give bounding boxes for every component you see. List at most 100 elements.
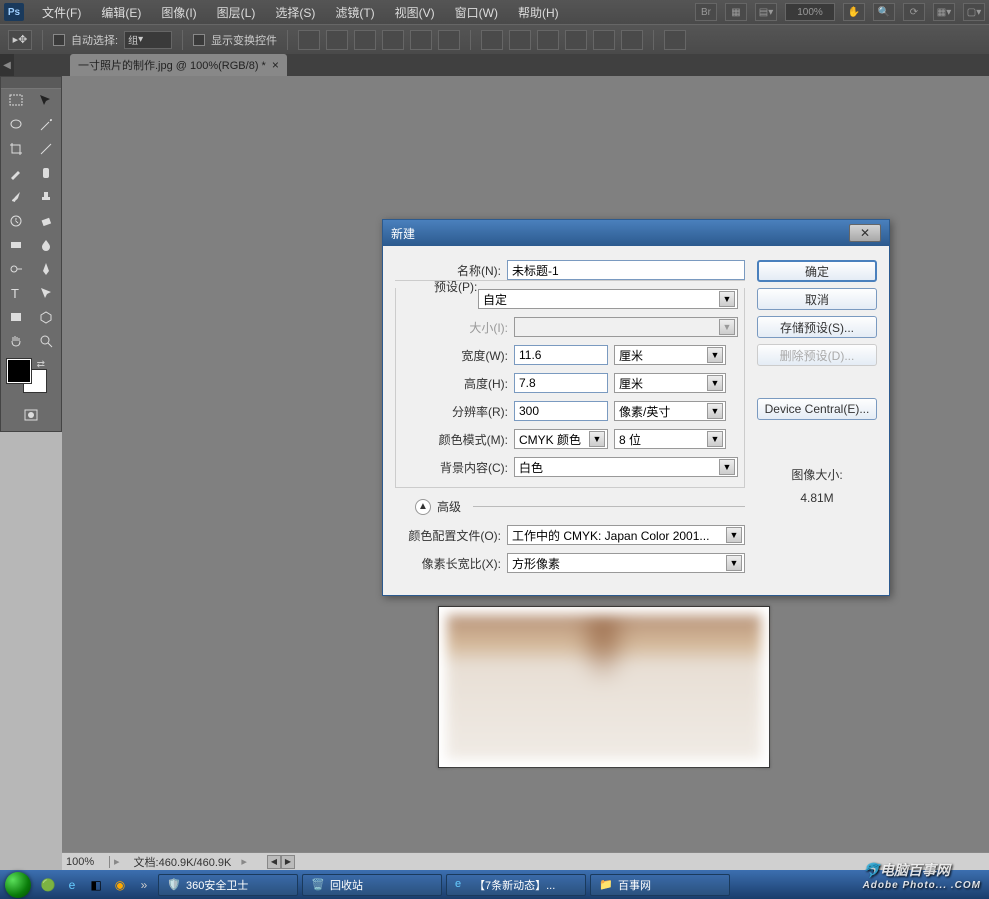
distribute-left-icon[interactable]: [565, 30, 587, 50]
align-left-icon[interactable]: [382, 30, 404, 50]
menu-layer[interactable]: 图层(L): [207, 4, 266, 21]
hand-tool-icon[interactable]: [1, 329, 31, 353]
quicklaunch-icon[interactable]: 🟢: [38, 875, 58, 895]
height-input[interactable]: [514, 373, 608, 393]
menu-view[interactable]: 视图(V): [385, 4, 445, 21]
save-preset-button[interactable]: 存储预设(S)...: [757, 316, 877, 338]
pixel-aspect-dropdown[interactable]: 方形像素▼: [507, 553, 745, 573]
desktop-icon[interactable]: ◧: [86, 875, 106, 895]
show-transform-checkbox[interactable]: [193, 34, 205, 46]
menu-select[interactable]: 选择(S): [265, 4, 325, 21]
distribute-hcenter-icon[interactable]: [593, 30, 615, 50]
zoom-level[interactable]: 100%: [785, 3, 835, 21]
taskbar-item[interactable]: 🛡️360安全卫士: [158, 874, 298, 896]
stamp-tool-icon[interactable]: [31, 185, 61, 209]
width-unit-dropdown[interactable]: 厘米▼: [614, 345, 726, 365]
status-dropdown-icon[interactable]: ▸: [241, 855, 247, 868]
heal-tool-icon[interactable]: [31, 161, 61, 185]
resolution-input[interactable]: [514, 401, 608, 421]
move-tool-icon[interactable]: ▸✥: [8, 30, 32, 50]
status-arrow-icon[interactable]: ▸: [110, 855, 124, 868]
ok-button[interactable]: 确定: [757, 260, 877, 282]
color-mode-dropdown[interactable]: CMYK 颜色▼: [514, 429, 608, 449]
hand-icon[interactable]: ✋: [843, 3, 865, 21]
move-tool-icon[interactable]: [31, 89, 61, 113]
distribute-right-icon[interactable]: [621, 30, 643, 50]
hscroll-left[interactable]: ◀: [267, 855, 281, 869]
start-button[interactable]: [0, 870, 36, 899]
color-swatches[interactable]: ⇄: [7, 359, 47, 393]
menu-edit[interactable]: 编辑(E): [91, 4, 151, 21]
shape-tool-icon[interactable]: [1, 305, 31, 329]
menu-filter[interactable]: 滤镜(T): [325, 4, 384, 21]
toolbox-grip[interactable]: [1, 77, 61, 89]
marquee-tool-icon[interactable]: [1, 89, 31, 113]
height-unit-dropdown[interactable]: 厘米▼: [614, 373, 726, 393]
tab-close-icon[interactable]: ×: [272, 58, 279, 72]
tab-prev-arrow[interactable]: ◀: [0, 54, 14, 76]
width-input[interactable]: [514, 345, 608, 365]
zoom-tool-icon[interactable]: [31, 329, 61, 353]
align-vcenter-icon[interactable]: [326, 30, 348, 50]
dialog-titlebar[interactable]: 新建 ✕: [383, 220, 889, 246]
bit-depth-dropdown[interactable]: 8 位▼: [614, 429, 726, 449]
eyedropper-tool-icon[interactable]: [1, 161, 31, 185]
device-central-button[interactable]: Device Central(E)...: [757, 398, 877, 420]
status-doc-info[interactable]: 文档:460.9K/460.9K: [124, 854, 242, 870]
lasso-tool-icon[interactable]: [1, 113, 31, 137]
gradient-tool-icon[interactable]: [1, 233, 31, 257]
eraser-tool-icon[interactable]: [31, 209, 61, 233]
hscroll-right[interactable]: ▶: [281, 855, 295, 869]
dodge-tool-icon[interactable]: [1, 257, 31, 281]
foreground-color[interactable]: [7, 359, 31, 383]
taskbar-item[interactable]: 📁百事网: [590, 874, 730, 896]
taskbar-item[interactable]: e【7条新动态】...: [446, 874, 586, 896]
ie-icon[interactable]: e: [62, 875, 82, 895]
color-profile-dropdown[interactable]: 工作中的 CMYK: Japan Color 2001...▼: [507, 525, 745, 545]
auto-select-dropdown[interactable]: 组▾: [124, 31, 172, 49]
resolution-unit-dropdown[interactable]: 像素/英寸▼: [614, 401, 726, 421]
chevron-icon[interactable]: »: [134, 875, 154, 895]
pen-tool-icon[interactable]: [31, 257, 61, 281]
menu-file[interactable]: 文件(F): [32, 4, 91, 21]
auto-select-checkbox[interactable]: [53, 34, 65, 46]
slice-tool-icon[interactable]: [31, 137, 61, 161]
align-right-icon[interactable]: [438, 30, 460, 50]
history-brush-icon[interactable]: [1, 209, 31, 233]
bridge-icon[interactable]: Br: [695, 3, 717, 21]
menu-help[interactable]: 帮助(H): [508, 4, 569, 21]
screen-mode-icon[interactable]: ▢▾: [963, 3, 985, 21]
cancel-button[interactable]: 取消: [757, 288, 877, 310]
crop-tool-icon[interactable]: [1, 137, 31, 161]
document-tab[interactable]: 一寸照片的制作.jpg @ 100%(RGB/8) * ×: [70, 54, 287, 76]
advanced-toggle[interactable]: ▲ 高级: [415, 498, 745, 515]
dialog-close-button[interactable]: ✕: [849, 224, 881, 242]
preset-dropdown[interactable]: 自定▼: [478, 289, 738, 309]
align-bottom-icon[interactable]: [354, 30, 376, 50]
view-options-icon[interactable]: ▤▾: [755, 3, 777, 21]
status-zoom[interactable]: 100%: [62, 856, 110, 868]
menu-window[interactable]: 窗口(W): [445, 4, 508, 21]
3d-tool-icon[interactable]: [31, 305, 61, 329]
distribute-bottom-icon[interactable]: [537, 30, 559, 50]
brush-tool-icon[interactable]: [1, 185, 31, 209]
align-hcenter-icon[interactable]: [410, 30, 432, 50]
name-input[interactable]: [507, 260, 745, 280]
distribute-top-icon[interactable]: [481, 30, 503, 50]
rotate-icon[interactable]: ⟳: [903, 3, 925, 21]
film-icon[interactable]: ▦: [725, 3, 747, 21]
menu-image[interactable]: 图像(I): [151, 4, 206, 21]
swap-colors-icon[interactable]: ⇄: [37, 359, 45, 370]
distribute-vcenter-icon[interactable]: [509, 30, 531, 50]
taskbar-item[interactable]: 🗑️回收站: [302, 874, 442, 896]
quickmask-icon[interactable]: [16, 403, 46, 427]
bg-content-dropdown[interactable]: 白色▼: [514, 457, 738, 477]
app-icon[interactable]: ◉: [110, 875, 130, 895]
auto-align-icon[interactable]: [664, 30, 686, 50]
align-top-icon[interactable]: [298, 30, 320, 50]
arrange-icon[interactable]: ▦▾: [933, 3, 955, 21]
blur-tool-icon[interactable]: [31, 233, 61, 257]
zoom-icon[interactable]: 🔍: [873, 3, 895, 21]
type-tool-icon[interactable]: T: [1, 281, 31, 305]
wand-tool-icon[interactable]: [31, 113, 61, 137]
